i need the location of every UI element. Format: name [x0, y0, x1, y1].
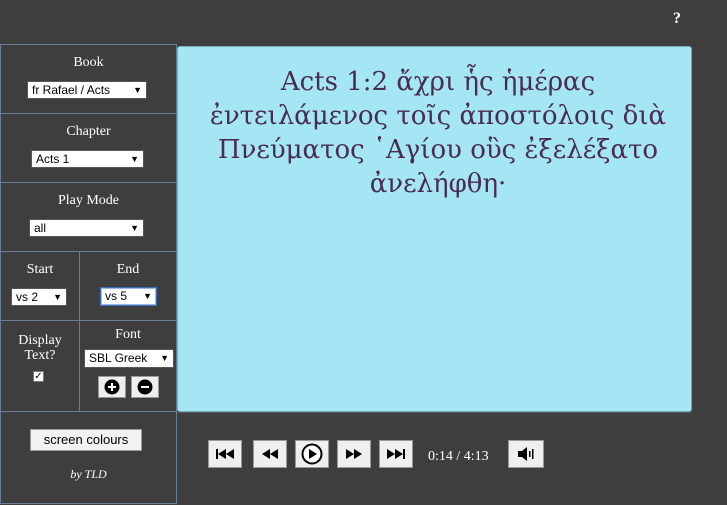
display-text-label-line2: Text? — [24, 348, 56, 363]
chevron-down-icon: ▼ — [130, 223, 139, 233]
play-button[interactable] — [295, 440, 329, 468]
play-mode-select-value: all — [34, 221, 47, 235]
verse-display-panel: Acts 1:2 ἄχρι ἧς ἡμέρας ἐντειλάμενος τοῖ… — [177, 46, 692, 412]
chevron-down-icon: ▼ — [143, 291, 152, 301]
book-select-value: fr Rafael / Acts — [32, 83, 111, 97]
display-text-label-line1: Display — [18, 333, 62, 348]
display-text-checkbox[interactable]: ✓ — [33, 371, 44, 382]
display-text-panel: Display Text? — [0, 320, 80, 412]
play-mode-label: Play Mode — [57, 193, 120, 208]
skip-end-icon — [387, 449, 405, 459]
font-panel: Font SBL Greek ▼ — [79, 320, 177, 412]
start-select-value: vs 2 — [16, 290, 39, 304]
end-label: End — [116, 262, 140, 277]
start-panel: Start vs 2 ▼ — [0, 251, 80, 321]
audio-player: 0:14 / 4:13 — [177, 412, 692, 505]
time-display: 0:14 / 4:13 — [428, 449, 489, 464]
chapter-panel: Chapter Acts 1 ▼ — [0, 113, 177, 183]
rewind-button[interactable] — [253, 440, 287, 468]
play-mode-select[interactable]: all ▼ — [29, 219, 144, 237]
plus-circle-icon — [104, 379, 120, 395]
rewind-icon — [262, 449, 278, 459]
book-label: Book — [73, 55, 104, 70]
font-increase-button[interactable] — [98, 376, 126, 398]
volume-icon — [518, 447, 534, 461]
top-bar: ? — [0, 0, 727, 44]
help-button[interactable]: ? — [673, 10, 681, 28]
minus-circle-icon — [137, 379, 153, 395]
font-select-value: SBL Greek — [89, 351, 148, 365]
chevron-down-icon: ▼ — [130, 154, 139, 164]
volume-button[interactable] — [508, 440, 544, 468]
start-select[interactable]: vs 2 ▼ — [11, 288, 67, 306]
verse-text: Acts 1:2 ἄχρι ἧς ἡμέρας ἐντειλάμενος τοῖ… — [209, 67, 667, 199]
end-panel: End vs 5 ▼ — [79, 251, 177, 321]
chapter-select[interactable]: Acts 1 ▼ — [31, 150, 144, 168]
skip-end-button[interactable] — [379, 440, 413, 468]
right-bar — [692, 44, 727, 504]
start-label: Start — [26, 262, 54, 277]
font-decrease-button[interactable] — [131, 376, 159, 398]
play-mode-panel: Play Mode all ▼ — [0, 182, 177, 252]
end-select[interactable]: vs 5 ▼ — [100, 287, 157, 306]
chevron-down-icon: ▼ — [53, 292, 62, 302]
chapter-label: Chapter — [66, 124, 111, 139]
font-label: Font — [115, 327, 141, 342]
display-text-label: Display Text? — [1, 333, 79, 363]
chapter-select-value: Acts 1 — [36, 152, 70, 166]
bottom-panel — [0, 411, 177, 504]
play-icon — [301, 443, 323, 465]
book-select[interactable]: fr Rafael / Acts ▼ — [27, 81, 147, 99]
fast-forward-icon — [346, 449, 362, 459]
screen-colours-button[interactable]: screen colours — [30, 429, 142, 451]
end-select-value: vs 5 — [105, 289, 128, 303]
font-select[interactable]: SBL Greek ▼ — [84, 349, 174, 368]
book-panel: Book fr Rafael / Acts ▼ — [0, 44, 177, 114]
chevron-down-icon: ▼ — [133, 85, 142, 95]
skip-start-icon — [216, 449, 234, 459]
credit-text: by TLD — [70, 467, 107, 481]
fast-forward-button[interactable] — [337, 440, 371, 468]
skip-start-button[interactable] — [208, 440, 242, 468]
chevron-down-icon: ▼ — [160, 353, 169, 363]
